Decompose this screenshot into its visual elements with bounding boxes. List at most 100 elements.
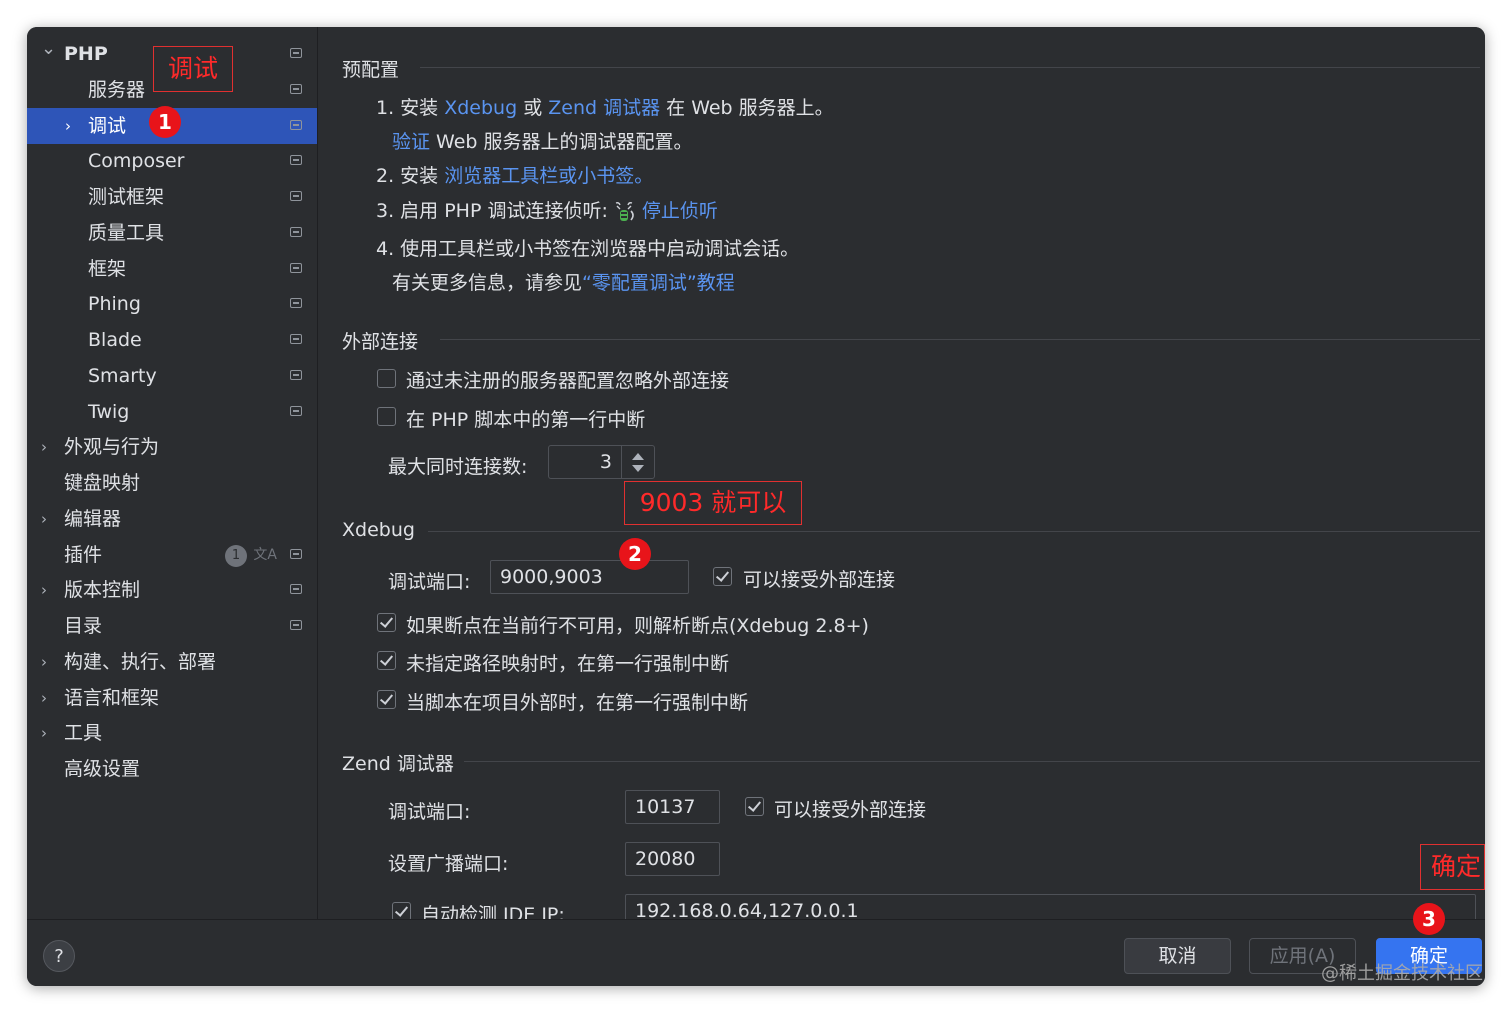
annotation-step-3: 3 — [1413, 903, 1445, 935]
chevron-right-icon[interactable]: › — [41, 501, 55, 537]
max-connections-spinner[interactable]: 3 — [548, 445, 655, 479]
sidebar-item-label: Phing — [88, 293, 141, 315]
chevron-right-icon[interactable]: › — [41, 680, 55, 716]
zend-section-title: Zend 调试器 — [342, 753, 454, 775]
dialog-footer: ? 取消 应用(A) 确定 — [27, 919, 1485, 986]
stop-listening-link[interactable]: 停止侦听 — [642, 200, 718, 222]
sidebar-item[interactable]: 质量工具 — [27, 215, 317, 251]
zero-config-tutorial-link[interactable]: “零配置调试”教程 — [582, 272, 735, 294]
section-divider — [464, 761, 1480, 762]
project-settings-icon — [290, 155, 302, 165]
settings-sidebar: ⌄ PHP 服务器 › 调试 Composer 测试框架 质量工具 框架 Phing Blade Sm… — [27, 27, 318, 919]
sidebar-item[interactable]: 插件 1 文A — [27, 537, 317, 573]
xdebug-accept-external-checkbox[interactable] — [713, 567, 732, 586]
verify-suffix: Web 服务器上的调试器配置。 — [430, 131, 693, 153]
broadcast-port-input[interactable]: 20080 — [625, 842, 720, 876]
force-break-outside-project-label: 当脚本在项目外部时，在第一行强制中断 — [406, 692, 749, 714]
verify-link[interactable]: 验证 — [392, 131, 430, 153]
sidebar-item[interactable]: › 构建、执行、部署 — [27, 644, 317, 680]
cancel-button[interactable]: 取消 — [1124, 938, 1231, 974]
xdebug-accept-external-label: 可以接受外部连接 — [743, 569, 896, 591]
sidebar-item[interactable]: › 外观与行为 — [27, 429, 317, 465]
project-settings-icon — [290, 334, 302, 344]
sidebar-item[interactable]: Smarty — [27, 358, 317, 394]
xdebug-link[interactable]: Xdebug — [444, 97, 517, 119]
chevron-right-icon[interactable]: › — [41, 644, 55, 680]
sidebar-item[interactable]: › 工具 — [27, 715, 317, 751]
sidebar-item[interactable]: Blade — [27, 322, 317, 358]
sidebar-item-label: PHP — [64, 43, 108, 65]
step1-prefix: 1. 安装 — [376, 97, 445, 119]
ignore-external-checkbox[interactable] — [377, 369, 396, 388]
sidebar-item[interactable]: 目录 — [27, 608, 317, 644]
project-settings-icon — [290, 227, 302, 237]
sidebar-item-label: 测试框架 — [88, 186, 165, 208]
broadcast-port-label: 设置广播端口: — [388, 853, 509, 875]
listen-phone-bug-icon[interactable] — [614, 201, 636, 223]
browser-toolbar-link[interactable]: 浏览器工具栏或小书签。 — [444, 165, 653, 187]
section-divider — [440, 339, 1480, 340]
zend-port-input[interactable]: 10137 — [625, 790, 720, 824]
sidebar-item-label: 质量工具 — [88, 222, 165, 244]
sidebar-item-label: 工具 — [64, 722, 103, 744]
sidebar-item-label: 构建、执行、部署 — [64, 651, 217, 673]
sidebar-item-label: 语言和框架 — [64, 687, 160, 709]
force-break-no-mapping-checkbox[interactable] — [377, 651, 396, 670]
spinner-up-icon[interactable] — [632, 453, 644, 460]
sidebar-item[interactable]: › 语言和框架 — [27, 680, 317, 716]
sidebar-item-label: 高级设置 — [64, 758, 141, 780]
chevron-right-icon[interactable]: › — [41, 429, 55, 465]
chevron-right-icon[interactable]: › — [41, 715, 55, 751]
step1-or: 或 — [517, 97, 549, 119]
sidebar-item[interactable]: Composer — [27, 143, 317, 179]
zend-port-label: 调试端口: — [388, 801, 471, 823]
sidebar-item[interactable]: › 编辑器 — [27, 501, 317, 537]
sidebar-item[interactable]: › 版本控制 — [27, 572, 317, 608]
step1-text: 1. 安装 Xdebug 或 Zend 调试器 在 Web 服务器上。 — [376, 93, 834, 120]
project-settings-icon — [290, 549, 302, 559]
spinner-arrows[interactable] — [621, 446, 654, 478]
sidebar-item[interactable]: 测试框架 — [27, 179, 317, 215]
sidebar-item-label: Blade — [88, 329, 142, 351]
verify-text: 验证 Web 服务器上的调试器配置。 — [392, 127, 693, 154]
sidebar-item[interactable]: Phing — [27, 286, 317, 322]
sidebar-item-label: Twig — [88, 401, 130, 423]
resolve-breakpoint-checkbox[interactable] — [377, 613, 396, 632]
zend-debugger-link[interactable]: Zend 调试器 — [548, 97, 660, 119]
sidebar-item-label: 编辑器 — [64, 508, 122, 530]
break-first-line-label: 在 PHP 脚本中的第一行中断 — [406, 409, 646, 431]
help-button[interactable]: ? — [43, 940, 75, 972]
step4-text: 4. 使用工具栏或小书签在浏览器中启动调试会话。 — [376, 238, 800, 260]
sidebar-item[interactable]: 键盘映射 — [27, 465, 317, 501]
spinner-down-icon[interactable] — [632, 465, 644, 472]
force-break-outside-project-checkbox[interactable] — [377, 690, 396, 709]
zend-accept-external-checkbox[interactable] — [745, 797, 764, 816]
chevron-right-icon[interactable]: › — [65, 108, 79, 144]
sidebar-item[interactable]: 高级设置 — [27, 751, 317, 787]
xdebug-port-label: 调试端口: — [388, 571, 471, 593]
step2-text: 2. 安装 浏览器工具栏或小书签。 — [376, 161, 653, 188]
sidebar-item-label: 目录 — [64, 615, 103, 637]
break-first-line-checkbox[interactable] — [377, 407, 396, 426]
annotation-debug-box: 调试 — [153, 46, 233, 92]
force-break-no-mapping-label: 未指定路径映射时，在第一行强制中断 — [406, 653, 730, 675]
sidebar-item-label: 调试 — [88, 115, 127, 137]
ignore-external-label: 通过未注册的服务器配置忽略外部连接 — [406, 370, 730, 392]
project-settings-icon — [290, 370, 302, 380]
project-settings-icon — [290, 120, 302, 130]
max-connections-value: 3 — [599, 451, 612, 473]
sidebar-item[interactable]: Twig — [27, 394, 317, 430]
annotation-step-1: 1 — [149, 106, 181, 138]
resolve-breakpoint-label: 如果断点在当前行不可用，则解析断点(Xdebug 2.8+) — [406, 615, 869, 637]
chevron-right-icon[interactable]: › — [41, 572, 55, 608]
step1-suffix: 在 Web 服务器上。 — [660, 97, 834, 119]
sidebar-item[interactable]: 框架 — [27, 251, 317, 287]
annotation-ok-box: 确定 — [1420, 844, 1485, 890]
xdebug-section-title: Xdebug — [342, 519, 415, 541]
xdebug-port-input[interactable]: 9000,9003 — [490, 560, 689, 594]
chevron-down-icon[interactable]: ⌄ — [41, 31, 56, 67]
max-connections-label: 最大同时连接数: — [388, 456, 528, 478]
watermark: @稀土掘金技术社区 — [1321, 963, 1483, 984]
preconfig-section-title: 预配置 — [342, 59, 400, 81]
sidebar-item-label: 插件 — [64, 544, 103, 566]
